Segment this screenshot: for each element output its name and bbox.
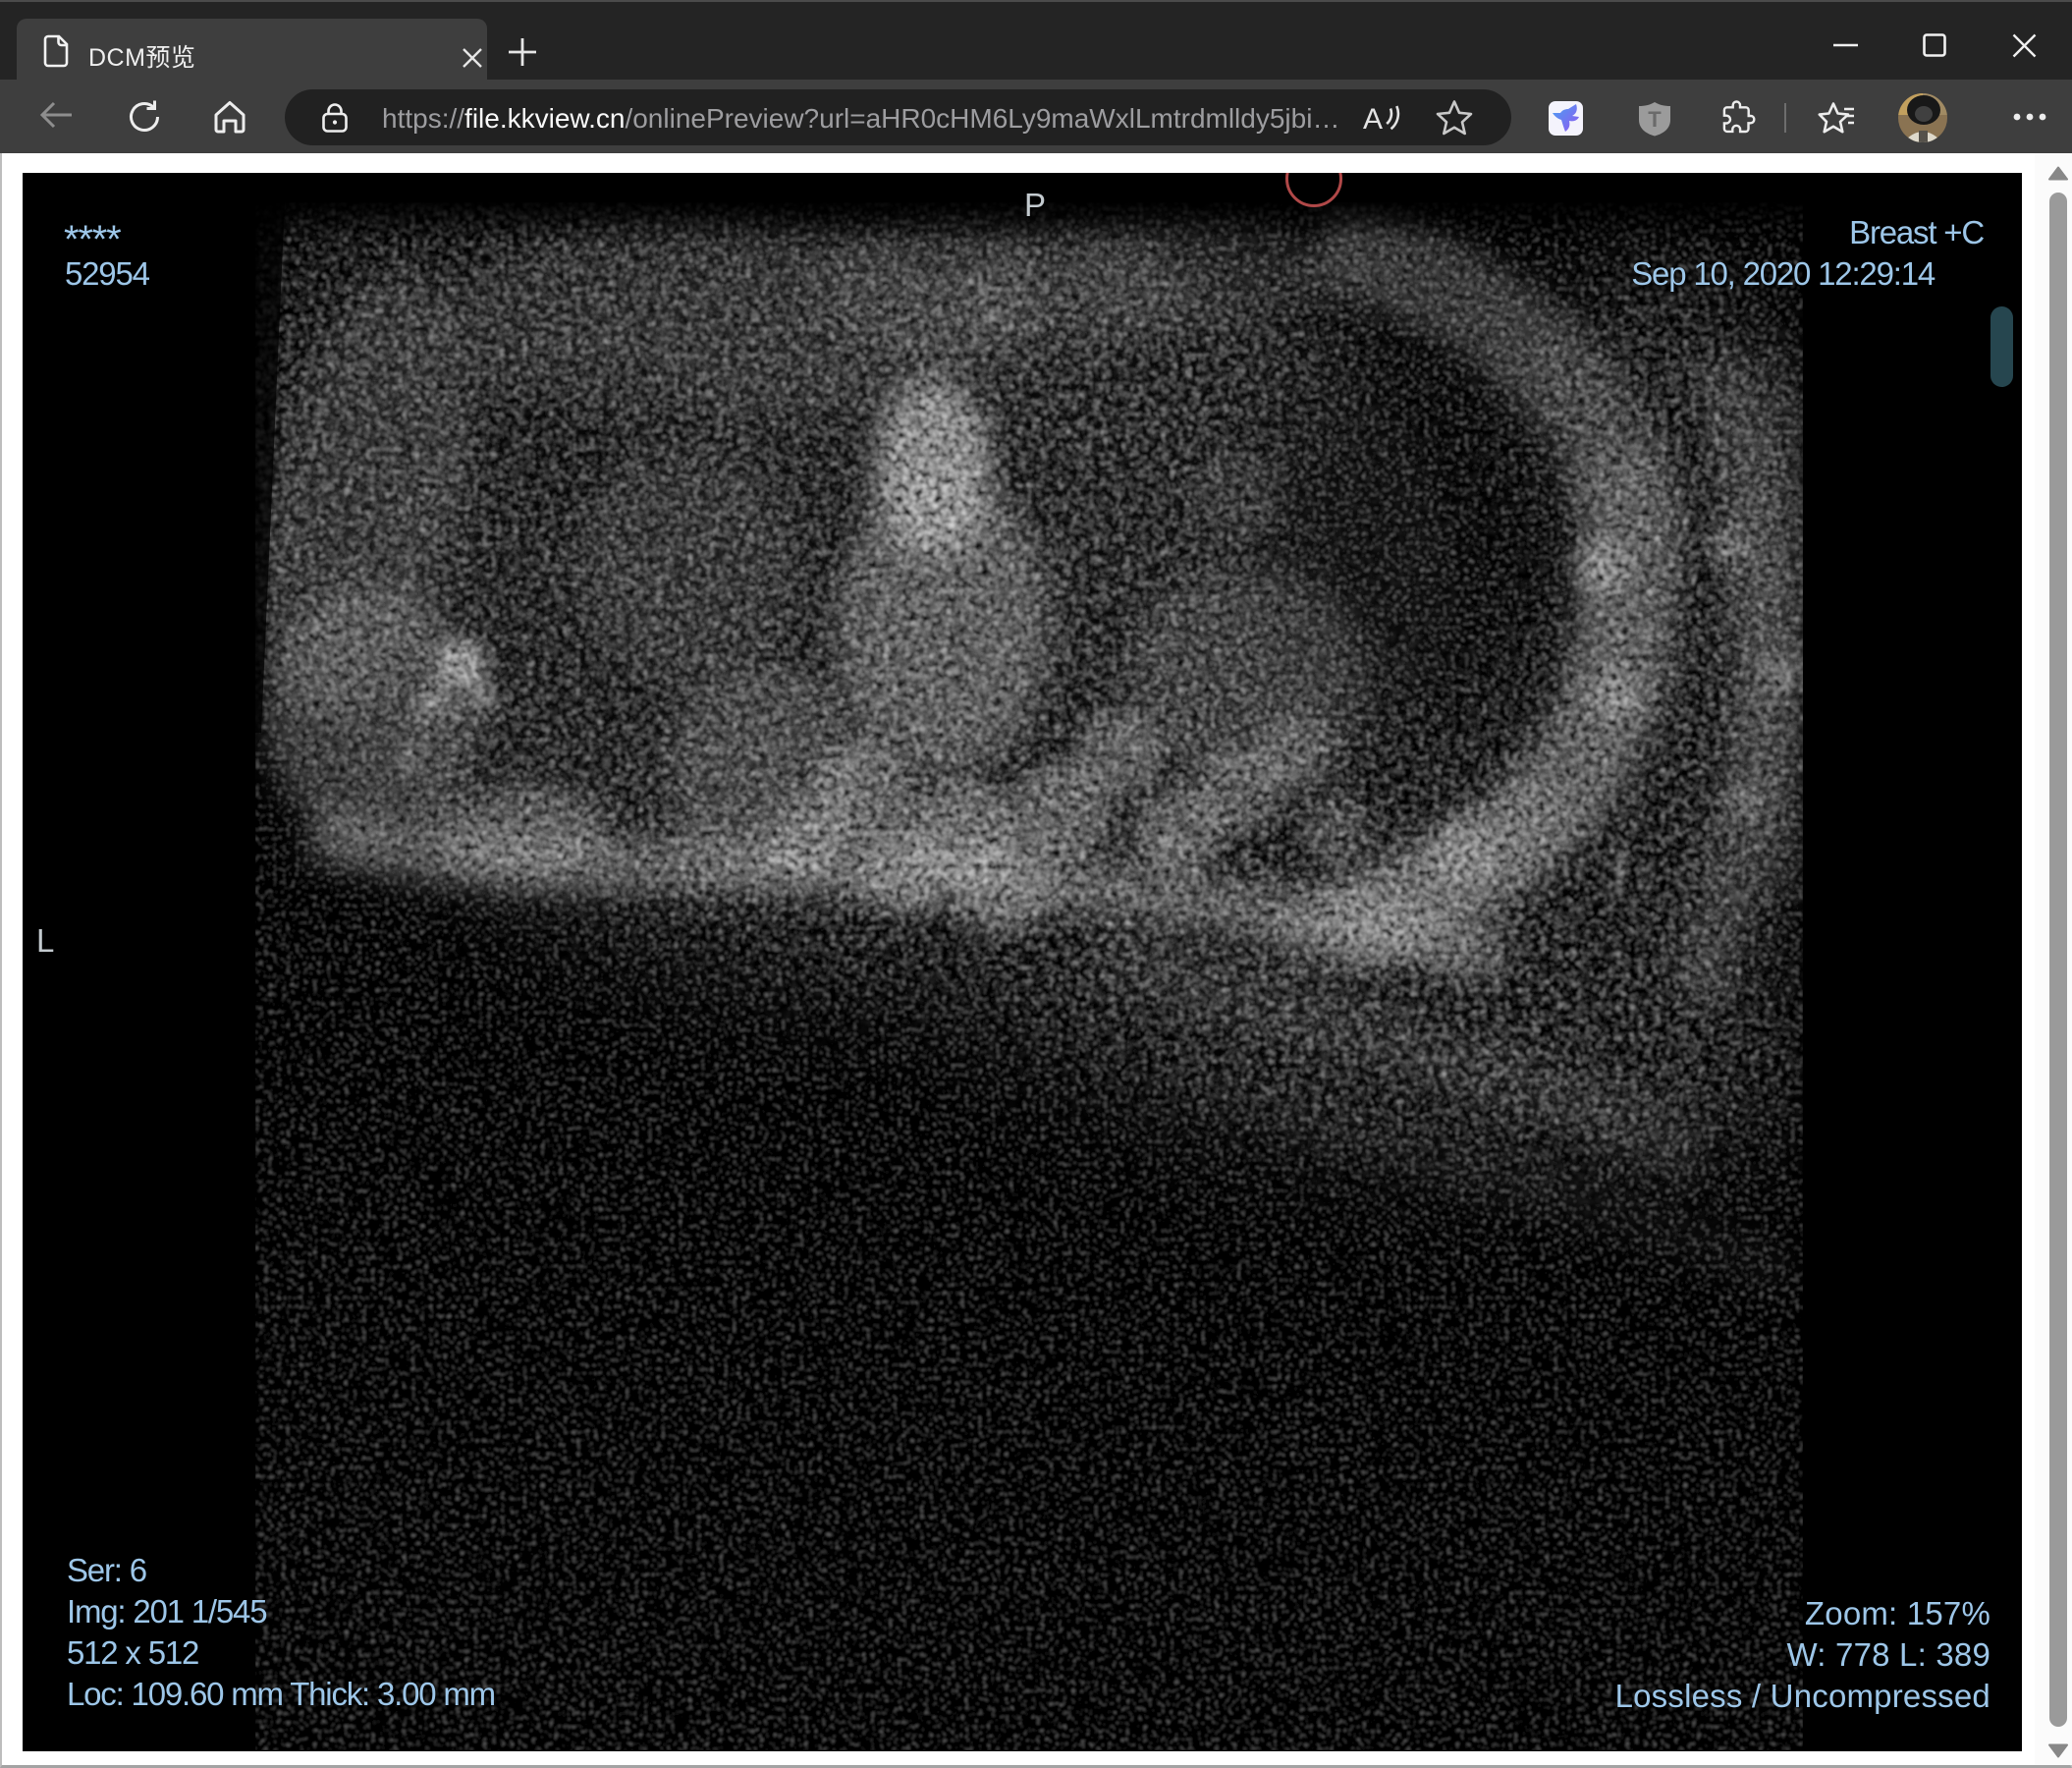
svg-text:A: A	[1363, 103, 1383, 135]
svg-text:T: T	[1648, 107, 1662, 132]
